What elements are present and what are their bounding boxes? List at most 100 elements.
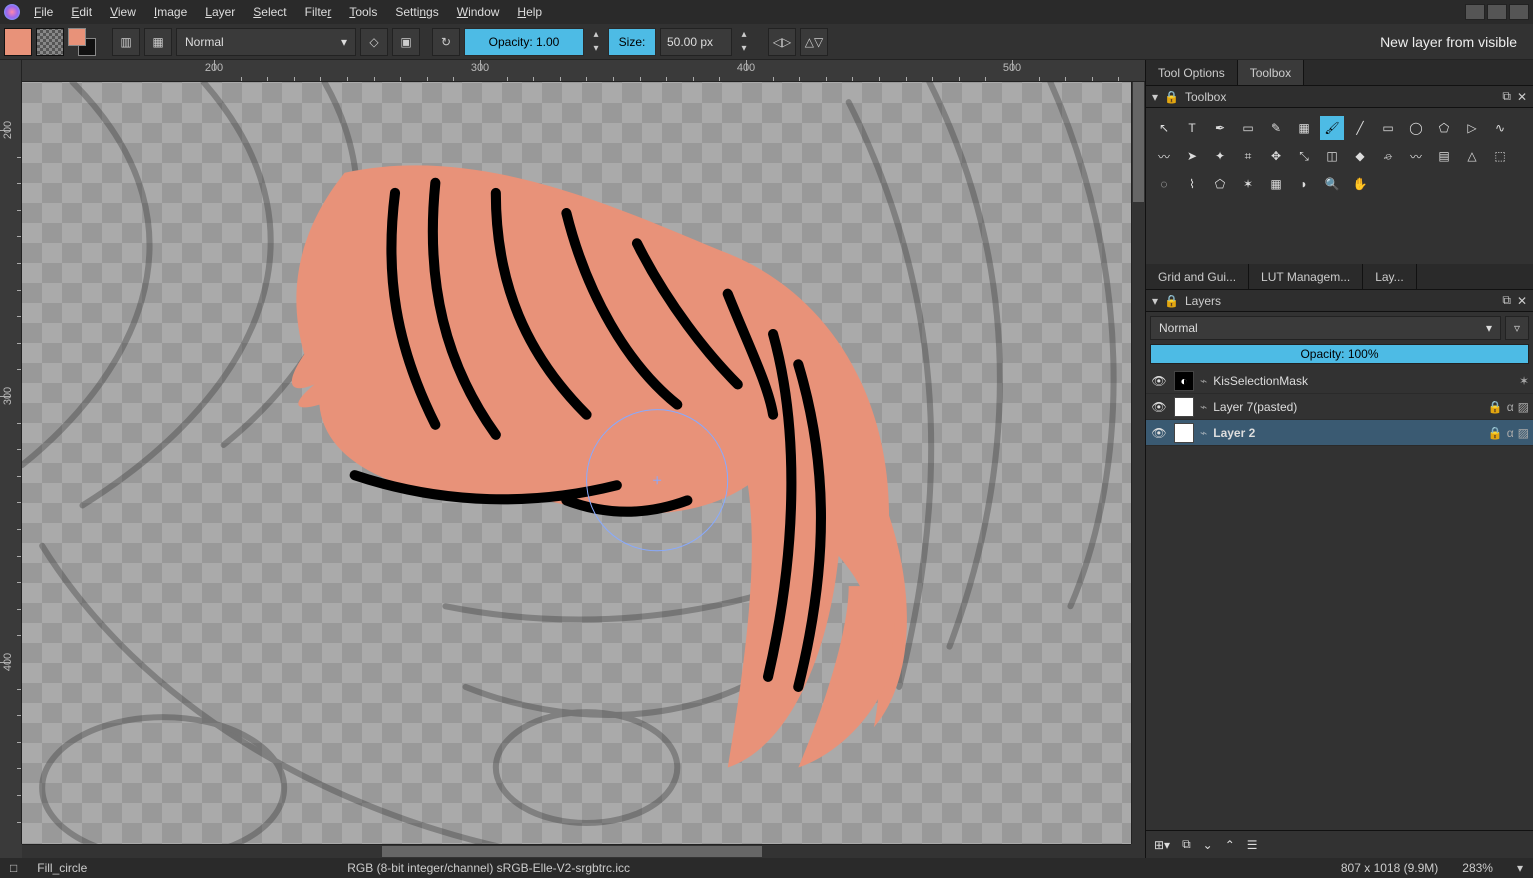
layer-opacity-slider[interactable]: Opacity: 100%	[1150, 344, 1529, 364]
tool-select-similar-icon[interactable]: ▦	[1264, 172, 1288, 196]
float-icon[interactable]: ⧉	[1502, 89, 1511, 104]
tool-select-freehand-icon[interactable]: ⌇	[1180, 172, 1204, 196]
menu-edit[interactable]: Edit	[63, 2, 100, 22]
vertical-scrollbar[interactable]	[1131, 82, 1145, 844]
alpha2-icon[interactable]: ▨	[1518, 426, 1529, 440]
canvas-viewport[interactable]	[22, 82, 1131, 844]
layer-row[interactable]: 👁⌁Layer 7(pasted)🔒α▨	[1146, 394, 1533, 420]
ruler-vertical[interactable]: 200300400	[0, 82, 22, 844]
tool-gradient-icon[interactable]: ▤	[1432, 144, 1456, 168]
layer-row[interactable]: 👁◐⌁KisSelectionMask ✶	[1146, 368, 1533, 394]
ruler-horizontal[interactable]: 200300400500	[22, 60, 1145, 82]
window-maximize-icon[interactable]	[1487, 4, 1507, 20]
tool-polygon-icon[interactable]: ⬠	[1432, 116, 1456, 140]
vertical-scroll-thumb[interactable]	[1133, 82, 1144, 202]
tool-shape-edit-icon[interactable]: ▭	[1236, 116, 1260, 140]
tool-line-icon[interactable]: ╱	[1348, 116, 1372, 140]
size-down-icon[interactable]: ▾	[736, 42, 752, 56]
layer-blend-select[interactable]: Normal ▾	[1150, 316, 1501, 340]
alpha-lock-icon[interactable]: ▣	[392, 28, 420, 56]
blend-mode-select[interactable]: Normal ▾	[176, 28, 356, 56]
alpha2-icon[interactable]: ▨	[1518, 400, 1529, 414]
lock-icon[interactable]: 🔒	[1488, 426, 1503, 440]
selection-mode-icon[interactable]: □	[10, 861, 17, 875]
fg-bg-swap-icon[interactable]	[68, 28, 96, 56]
opacity-down-icon[interactable]: ▾	[588, 42, 604, 56]
duplicate-layer-icon[interactable]: ⧉	[1182, 837, 1191, 852]
tool-fill-icon[interactable]: ◆	[1348, 144, 1372, 168]
menu-settings[interactable]: Settings	[387, 2, 446, 22]
tool-move-icon[interactable]: ✥	[1264, 144, 1288, 168]
tab-toolbox[interactable]: Toolbox	[1238, 60, 1304, 85]
visibility-icon[interactable]: 👁	[1150, 374, 1168, 388]
tool-brush-icon[interactable]: 🖌	[1320, 116, 1344, 140]
tool-dyna-icon[interactable]: ✦	[1208, 144, 1232, 168]
tab-layers[interactable]: Lay...	[1363, 264, 1416, 289]
layer-row[interactable]: 👁⌁Layer 2🔒α▨	[1146, 420, 1533, 446]
visibility-icon[interactable]: 👁	[1150, 400, 1168, 414]
menu-help[interactable]: Help	[509, 2, 550, 22]
menu-tools[interactable]: Tools	[341, 2, 385, 22]
tool-crop-icon[interactable]: ⌗	[1236, 144, 1260, 168]
tool-ellipse-icon[interactable]: ◯	[1404, 116, 1428, 140]
tool-select-ellipse-icon[interactable]: ◌	[1152, 172, 1176, 196]
tool-transform-icon[interactable]: ⤡	[1292, 144, 1316, 168]
tool-cursor-icon[interactable]: ↖	[1152, 116, 1176, 140]
window-close-icon[interactable]	[1509, 4, 1529, 20]
collapse-icon[interactable]: ▾	[1152, 294, 1158, 308]
tab-tool-options[interactable]: Tool Options	[1146, 60, 1238, 85]
tool-freehand-icon[interactable]: 〰	[1152, 144, 1176, 168]
tool-bezier-icon[interactable]: ∿	[1488, 116, 1512, 140]
foreground-swatch[interactable]	[4, 28, 32, 56]
menu-image[interactable]: Image	[146, 2, 195, 22]
size-input[interactable]: 50.00 px	[660, 28, 732, 56]
menu-select[interactable]: Select	[245, 2, 294, 22]
visibility-icon[interactable]: 👁	[1150, 426, 1168, 440]
horizontal-scroll-thumb[interactable]	[382, 846, 762, 857]
tab-grid[interactable]: Grid and Gui...	[1146, 264, 1249, 289]
menu-window[interactable]: Window	[449, 2, 508, 22]
tool-polyline-icon[interactable]: ▷	[1460, 116, 1484, 140]
add-layer-icon[interactable]: ⊞▾	[1154, 838, 1170, 852]
lock-icon[interactable]: 🔒	[1488, 400, 1503, 414]
tool-measure-icon[interactable]: △	[1460, 144, 1484, 168]
move-down-icon[interactable]: ⌄	[1203, 838, 1213, 852]
float-icon[interactable]: ⧉	[1502, 293, 1511, 308]
tool-pan-icon[interactable]: ✋	[1348, 172, 1372, 196]
tool-select-rect-icon[interactable]: ⬚	[1488, 144, 1512, 168]
tool-select-contiguous-icon[interactable]: ✶	[1236, 172, 1260, 196]
zoom-level[interactable]: 283%	[1462, 861, 1493, 875]
tool-select-bezier-icon[interactable]: ◗	[1292, 172, 1316, 196]
tool-pattern-icon[interactable]: ▦	[1292, 116, 1316, 140]
eraser-toggle-icon[interactable]: ◇	[360, 28, 388, 56]
menu-layer[interactable]: Layer	[197, 2, 243, 22]
tool-pencil-icon[interactable]: ✎	[1264, 116, 1288, 140]
move-up-icon[interactable]: ⌃	[1225, 838, 1235, 852]
opacity-up-icon[interactable]: ▴	[588, 28, 604, 42]
alpha-icon[interactable]: α	[1507, 400, 1514, 414]
menu-file[interactable]: File	[26, 2, 61, 22]
window-minimize-icon[interactable]	[1465, 4, 1485, 20]
tool-calligraphy-icon[interactable]: ✒	[1208, 116, 1232, 140]
gradient-tool-icon[interactable]: ▥	[112, 28, 140, 56]
close-icon[interactable]: ✕	[1517, 90, 1527, 104]
zoom-menu-icon[interactable]: ▾	[1517, 861, 1523, 875]
close-icon[interactable]: ✕	[1517, 294, 1527, 308]
tool-text-icon[interactable]: T	[1180, 116, 1204, 140]
menu-filter[interactable]: Filter	[297, 2, 340, 22]
size-up-icon[interactable]: ▴	[736, 28, 752, 42]
star-icon[interactable]: ✶	[1519, 374, 1529, 388]
layer-menu-icon[interactable]: ☰	[1247, 838, 1258, 852]
layer-filter-icon[interactable]: ▿	[1505, 316, 1529, 340]
size-slider-label[interactable]: Size:	[608, 28, 656, 56]
tool-arrow-icon[interactable]: ➤	[1180, 144, 1204, 168]
collapse-icon[interactable]: ▾	[1152, 90, 1158, 104]
tool-rect-icon[interactable]: ▭	[1376, 116, 1400, 140]
tool-picker-icon[interactable]: ⌮	[1376, 144, 1400, 168]
mirror-vertical-icon[interactable]: △▽	[800, 28, 828, 56]
horizontal-scrollbar[interactable]	[22, 844, 1131, 858]
opacity-slider[interactable]: Opacity: 1.00	[464, 28, 584, 56]
tool-perspective-icon[interactable]: ◫	[1320, 144, 1344, 168]
tool-zoom-icon[interactable]: 🔍	[1320, 172, 1344, 196]
pattern-swatch[interactable]	[36, 28, 64, 56]
